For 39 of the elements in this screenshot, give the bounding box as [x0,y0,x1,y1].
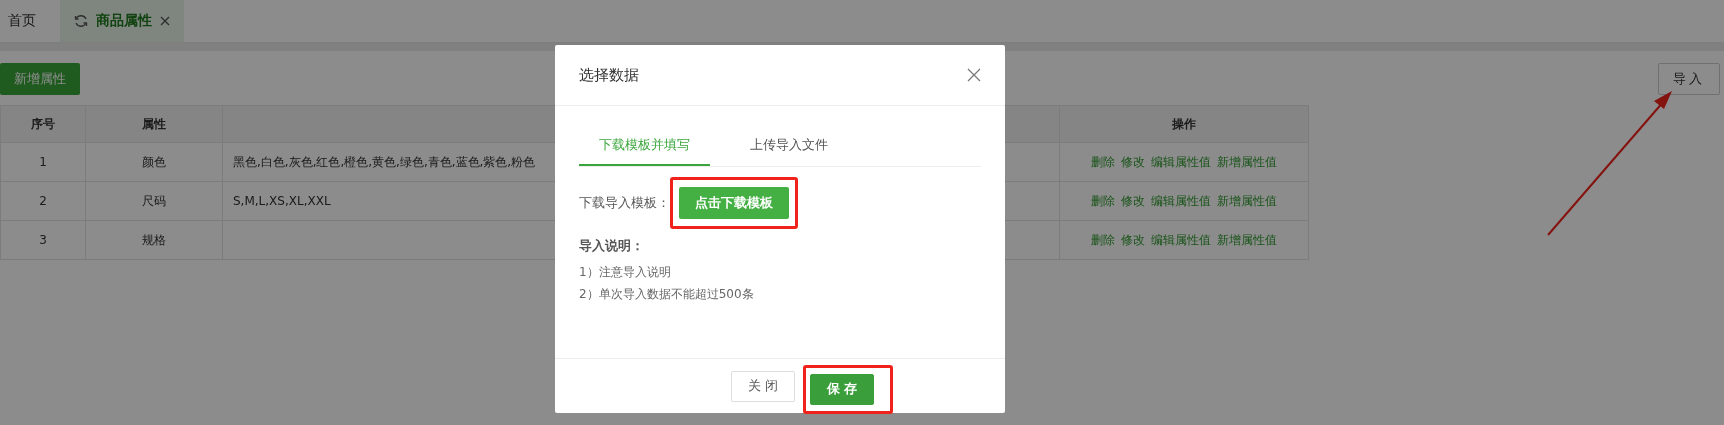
notes-title: 导入说明： [579,237,645,255]
action-link[interactable]: 删除 [1091,154,1115,169]
action-link[interactable]: 新增属性值 [1217,193,1277,208]
table-cell: 1 [0,142,86,182]
template-label: 下载导入模板： [579,194,670,212]
refresh-icon[interactable] [74,14,88,28]
note-text: 1）注意导入说明 [579,264,672,281]
table-cell: 颜色 [85,142,223,182]
dialog-title: 选择数据 [579,65,639,85]
add-attribute-button[interactable]: 新增属性 [0,63,80,95]
action-link[interactable]: 删除 [1091,232,1115,247]
close-icon[interactable] [160,16,170,26]
table-cell: 3 [0,220,86,260]
action-link[interactable]: 编辑属性值 [1151,154,1211,169]
action-link[interactable]: 编辑属性值 [1151,232,1211,247]
tab-label[interactable]: 首页 [8,12,36,30]
import-button[interactable]: 导入 [1658,63,1720,95]
action-link[interactable]: 编辑属性值 [1151,193,1211,208]
action-link[interactable]: 修改 [1121,154,1145,169]
close-button[interactable]: 关 闭 [730,370,795,402]
column-header: 属性 [85,105,223,143]
save-button[interactable]: 保 存 [809,373,875,405]
column-header: 操作 [1059,105,1309,143]
action-link[interactable]: 修改 [1121,193,1145,208]
action-link[interactable]: 新增属性值 [1217,154,1277,169]
table-cell: 尺码 [85,181,223,221]
download-template-button[interactable]: 点击下载模板 [679,187,789,219]
action-link[interactable]: 新增属性值 [1217,232,1277,247]
close-icon[interactable] [967,68,981,82]
dialog-tab[interactable]: 下载模板并填写 [579,128,710,166]
page-tab[interactable]: 首页 [0,0,48,42]
action-link[interactable]: 删除 [1091,193,1115,208]
column-header: 序号 [0,105,86,143]
note-text: 2）单次导入数据不能超过500条 [579,286,755,303]
table-cell: 规格 [85,220,223,260]
page-tab[interactable]: 商品属性 [60,0,184,42]
action-link[interactable]: 修改 [1121,232,1145,247]
table-cell: 2 [0,181,86,221]
tab-label[interactable]: 商品属性 [96,12,152,30]
